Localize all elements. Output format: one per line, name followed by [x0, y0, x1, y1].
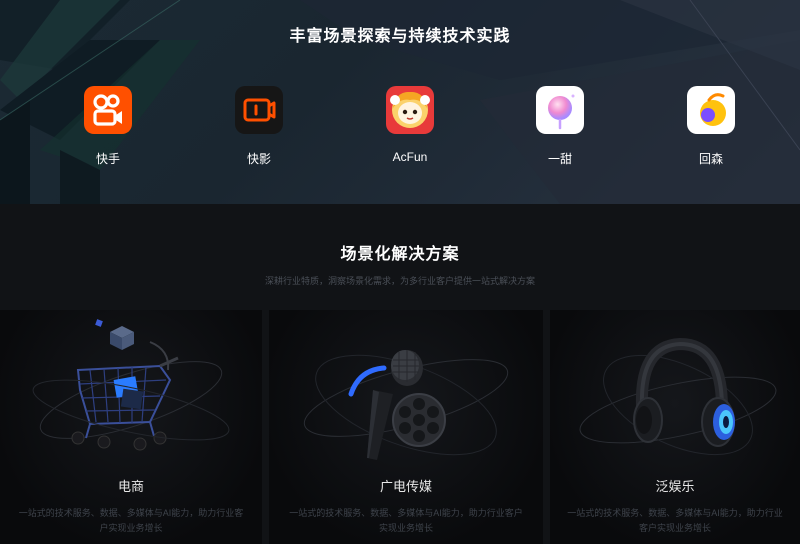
card-title: 泛娱乐	[655, 479, 695, 494]
kuaiying-icon	[235, 86, 283, 134]
showcase-title: 丰富场景探索与持续技术实践	[289, 28, 511, 45]
yitian-icon	[536, 86, 584, 134]
app-item-kuaishou[interactable]: 快手	[68, 86, 148, 167]
solutions-title: 场景化解决方案	[340, 246, 460, 263]
kuaishou-icon	[84, 86, 132, 134]
app-item-yitian[interactable]: 一甜	[520, 86, 600, 167]
app-name: AcFun	[392, 150, 428, 164]
app-item-kuaiying[interactable]: 快影	[219, 86, 299, 167]
solution-card-entertainment[interactable]: 泛娱乐 一站式的技术服务、数据、多媒体与AI能力，助力行业客户实现业务增长	[550, 310, 800, 544]
solutions-subtitle: 深耕行业特质，洞察场景化需求，为多行业客户提供一站式解决方案	[264, 276, 535, 286]
app-name: 快影	[246, 152, 271, 166]
app-item-acfun[interactable]: AcFun	[370, 86, 450, 164]
acfun-icon	[386, 86, 434, 134]
app-name: 回森	[698, 152, 723, 166]
app-name: 一甜	[547, 152, 572, 166]
card-description: 一站式的技术服务、数据、多媒体与AI能力，助力行业客户实现业务增长	[567, 508, 783, 533]
app-name: 快手	[95, 152, 120, 166]
card-title: 电商	[117, 479, 144, 494]
microphone-film-icon	[303, 350, 509, 460]
card-description: 一站式的技术服务、数据、多媒体与AI能力，助力行业客户实现业务增长	[289, 508, 523, 533]
solution-card-broadcast-media[interactable]: 广电传媒 一站式的技术服务、数据、多媒体与AI能力，助力行业客户实现业务增长	[269, 310, 543, 544]
headphones-icon	[579, 337, 777, 456]
card-description: 一站式的技术服务、数据、多媒体与AI能力，助力行业客户实现业务增长	[18, 508, 244, 533]
app-showcase-list: 快手 快影 AcFun 一甜 回森	[0, 86, 800, 176]
card-title: 广电传媒	[379, 479, 432, 494]
app-item-huisen[interactable]: 回森	[671, 86, 751, 167]
solution-card-ecommerce[interactable]: 电商 一站式的技术服务、数据、多媒体与AI能力，助力行业客户实现业务增长	[0, 310, 262, 544]
shopping-cart-icon	[32, 319, 230, 451]
solutions-section: 场景化解决方案 深耕行业特质，洞察场景化需求，为多行业客户提供一站式解决方案 电…	[0, 204, 800, 544]
huisen-icon	[687, 86, 735, 134]
hero-section: 丰富场景探索与持续技术实践 快手 快影 AcFun 一甜 回森	[0, 0, 800, 204]
